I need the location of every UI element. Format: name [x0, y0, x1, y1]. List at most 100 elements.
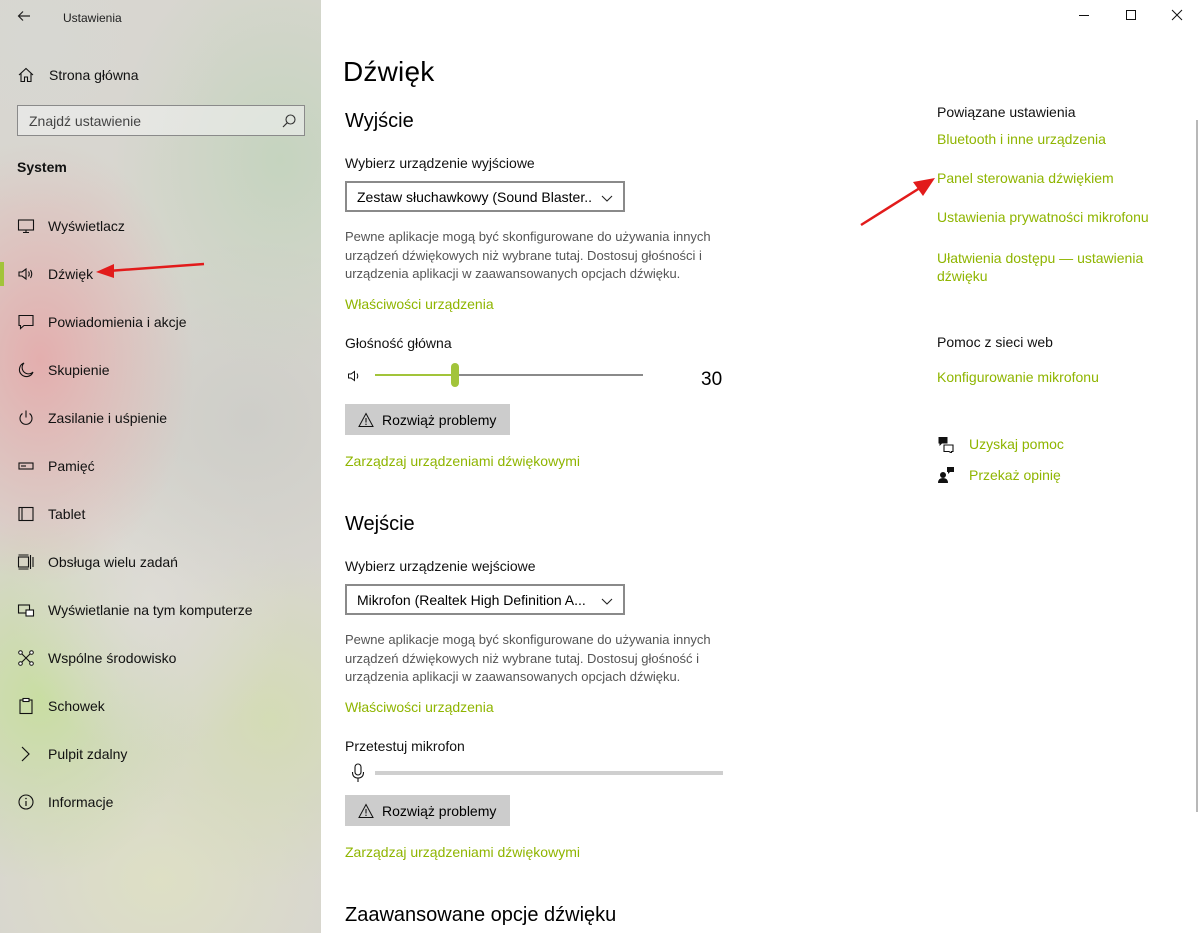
output-properties-link[interactable]: Właściwości urządzenia: [345, 296, 494, 312]
output-device-dropdown[interactable]: Zestaw słuchawkowy (Sound Blaster...: [345, 181, 625, 212]
sidebar-item-label: Wyświetlacz: [48, 218, 125, 234]
sidebar-item-label: Wyświetlanie na tym komputerze: [48, 602, 253, 618]
sidebar-item-label: Schowek: [48, 698, 105, 714]
app-title: Ustawienia: [63, 11, 122, 25]
output-troubleshoot-button[interactable]: Rozwiąż problemy: [345, 404, 510, 435]
input-properties-link[interactable]: Właściwości urządzenia: [345, 699, 494, 715]
feedback-row[interactable]: Przekaż opinię: [937, 465, 1061, 485]
chevron-down-icon: [601, 191, 613, 203]
input-device-value: Mikrofon (Realtek High Definition A...: [357, 591, 586, 608]
warning-icon: [358, 411, 374, 428]
related-link-mic-privacy[interactable]: Ustawienia prywatności mikrofonu: [937, 209, 1149, 225]
sidebar-item-power[interactable]: Zasilanie i uśpienie: [0, 394, 321, 442]
sidebar-item-notifications[interactable]: Powiadomienia i akcje: [0, 298, 321, 346]
settings-search: [17, 105, 305, 136]
info-icon: [17, 793, 35, 811]
section-heading: System: [17, 159, 67, 175]
sidebar-item-label: Informacje: [48, 794, 114, 810]
sidebar-item-sound[interactable]: Dźwięk: [0, 250, 321, 298]
input-description: Pewne aplikacje mogą być skonfigurowane …: [345, 632, 711, 684]
sidebar-item-focus[interactable]: Skupienie: [0, 346, 321, 394]
power-icon: [17, 409, 35, 427]
sidebar-item-label: Zasilanie i uśpienie: [48, 410, 168, 426]
minimize-icon: [1078, 8, 1090, 26]
warning-icon: [358, 802, 374, 819]
storage-icon: [17, 457, 35, 475]
sidebar-item-remote-desktop[interactable]: Pulpit zdalny: [0, 730, 321, 778]
sidebar-item-label: Dźwięk: [48, 266, 94, 282]
output-troubleshoot-label: Rozwiąż problemy: [382, 411, 497, 428]
clipboard-icon: [17, 697, 35, 715]
sidebar-item-label: Obsługa wielu zadań: [48, 554, 178, 570]
input-device-dropdown[interactable]: Mikrofon (Realtek High Definition A...: [345, 584, 625, 615]
back-arrow-icon[interactable]: [16, 8, 36, 28]
notification-icon: [17, 313, 35, 331]
minimize-button[interactable]: [1061, 3, 1107, 31]
input-device-label: Wybierz urządzenie wejściowe: [345, 558, 536, 574]
web-help-link[interactable]: Konfigurowanie mikrofonu: [937, 369, 1099, 385]
multitasking-icon: [17, 553, 35, 571]
moon-icon: [17, 361, 35, 379]
volume-icon[interactable]: [347, 368, 363, 384]
get-help-row[interactable]: Uzyskaj pomoc: [937, 434, 1064, 454]
home-link[interactable]: Strona główna: [16, 62, 139, 88]
sidebar-item-label: Tablet: [48, 506, 86, 522]
volume-label: Głośność główna: [345, 335, 452, 351]
sidebar-item-display[interactable]: Wyświetlacz: [0, 202, 321, 250]
feedback-icon: [937, 466, 955, 484]
chat-help-icon: [937, 435, 955, 454]
search-icon[interactable]: [281, 113, 297, 129]
volume-value: 30: [701, 369, 723, 390]
search-input[interactable]: [18, 106, 276, 135]
tablet-icon: [17, 505, 35, 523]
mic-test-label: Przetestuj mikrofon: [345, 738, 465, 754]
feedback-link[interactable]: Przekaż opinię: [969, 467, 1061, 483]
page-title: Dźwięk: [343, 56, 435, 87]
get-help-link[interactable]: Uzyskaj pomoc: [969, 436, 1064, 452]
volume-slider[interactable]: [375, 363, 643, 387]
scrollbar[interactable]: [1196, 120, 1198, 812]
sidebar-item-tablet[interactable]: Tablet: [0, 490, 321, 538]
related-link-bluetooth[interactable]: Bluetooth i inne urządzenia: [937, 131, 1106, 147]
chevron-down-icon: [601, 594, 613, 606]
monitor-icon: [17, 217, 35, 235]
related-link-sound-control-panel[interactable]: Panel sterowania dźwiękiem: [937, 170, 1114, 186]
sidebar-item-clipboard[interactable]: Schowek: [0, 682, 321, 730]
sidebar-item-label: Pamięć: [48, 458, 95, 474]
input-troubleshoot-button[interactable]: Rozwiąż problemy: [345, 795, 510, 826]
sidebar-item-multitasking[interactable]: Obsługa wielu zadań: [0, 538, 321, 586]
input-manage-devices-link[interactable]: Zarządzaj urządzeniami dźwiękowymi: [345, 844, 580, 860]
home-icon: [16, 65, 36, 85]
volume-slider-thumb[interactable]: [451, 363, 460, 387]
sidebar-item-about[interactable]: Informacje: [0, 778, 321, 826]
main-content: Dźwięk Wyjście Wybierz urządzenie wyjści…: [321, 0, 1200, 933]
output-heading: Wyjście: [345, 110, 414, 132]
maximize-button[interactable]: [1108, 3, 1154, 31]
output-device-value: Zestaw słuchawkowy (Sound Blaster...: [357, 188, 592, 205]
input-heading: Wejście: [345, 513, 415, 535]
sidebar-item-label: Skupienie: [48, 362, 110, 378]
web-help-heading: Pomoc z sieci web: [937, 334, 1053, 350]
sidebar-nav: Wyświetlacz Dźwięk Powiadomienia i akcje…: [0, 202, 321, 826]
output-manage-devices-link[interactable]: Zarządzaj urządzeniami dźwiękowymi: [345, 453, 580, 469]
volume-slider-fill: [375, 374, 456, 376]
advanced-heading: Zaawansowane opcje dźwięku: [345, 904, 617, 926]
home-label: Strona główna: [49, 67, 139, 83]
sidebar-item-label: Pulpit zdalny: [48, 746, 128, 762]
output-description: Pewne aplikacje mogą być skonfigurowane …: [345, 229, 711, 281]
microphone-icon: [351, 763, 365, 783]
shared-experiences-icon: [17, 649, 35, 667]
input-troubleshoot-label: Rozwiąż problemy: [382, 802, 497, 819]
maximize-icon: [1125, 8, 1137, 26]
sidebar-item-storage[interactable]: Pamięć: [0, 442, 321, 490]
related-link-ease-of-access[interactable]: Ułatwienia dostępu — ustawienia dźwięku: [937, 249, 1157, 285]
sidebar-item-projecting[interactable]: Wyświetlanie na tym komputerze: [0, 586, 321, 634]
close-button[interactable]: [1154, 3, 1200, 31]
remote-desktop-icon: [17, 745, 35, 763]
sidebar-item-shared-experiences[interactable]: Wspólne środowisko: [0, 634, 321, 682]
sidebar-item-label: Powiadomienia i akcje: [48, 314, 187, 330]
output-device-label: Wybierz urządzenie wyjściowe: [345, 155, 535, 171]
related-settings-heading: Powiązane ustawienia: [937, 104, 1076, 120]
sidebar-item-label: Wspólne środowisko: [48, 650, 177, 666]
mic-level-meter: [375, 771, 723, 775]
